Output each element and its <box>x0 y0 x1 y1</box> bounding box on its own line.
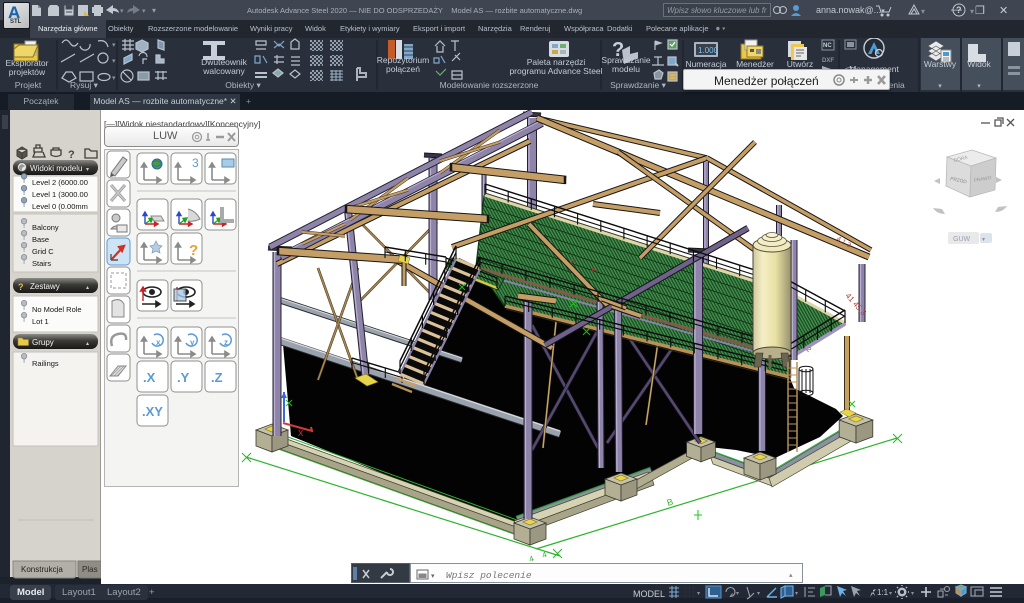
svg-text:Menedżer: Menedżer <box>736 59 774 69</box>
svg-text:Modelowanie rozszerzone: Modelowanie rozszerzone <box>440 80 539 90</box>
svg-text:DXF: DXF <box>822 58 834 64</box>
svg-text:.X: .X <box>143 370 156 385</box>
svg-text:▾: ▾ <box>431 573 435 580</box>
svg-text:▾: ▾ <box>112 75 116 82</box>
svg-text:Lot 1: Lot 1 <box>32 317 49 326</box>
svg-text:B: B <box>666 497 675 508</box>
svg-text:Zestawy: Zestawy <box>30 282 60 291</box>
svg-text:Base: Base <box>32 235 49 244</box>
svg-text:▾: ▾ <box>142 8 146 15</box>
svg-text:GUW: GUW <box>953 236 971 243</box>
svg-text:Projekt: Projekt <box>15 80 42 90</box>
svg-text:Level 1 (3000.00: Level 1 (3000.00 <box>32 190 88 199</box>
svg-text:▾: ▾ <box>152 6 156 15</box>
svg-text:z: z <box>224 338 228 347</box>
svg-text:Grid C: Grid C <box>32 247 54 256</box>
svg-text:Sprawdzanie ▾: Sprawdzanie ▾ <box>610 80 667 90</box>
svg-text:▾: ▾ <box>120 8 124 15</box>
svg-text:Widok: Widok <box>967 59 991 69</box>
svg-text:▾: ▾ <box>112 42 116 49</box>
svg-text:MODEL: MODEL <box>633 589 665 599</box>
svg-text:▾: ▾ <box>977 83 981 90</box>
svg-text:1.000: 1.000 <box>698 46 719 55</box>
svg-text:x: x <box>156 338 161 347</box>
svg-text:3: 3 <box>192 156 199 170</box>
svg-text:▴: ▴ <box>86 285 89 291</box>
svg-text:?: ? <box>189 242 198 259</box>
svg-text:NC: NC <box>823 43 832 49</box>
svg-text:Warstwy: Warstwy <box>924 59 957 69</box>
svg-text:połączeń: połączeń <box>386 64 420 74</box>
svg-text:Plas: Plas <box>82 565 98 574</box>
svg-text:Grupy: Grupy <box>32 338 54 347</box>
svg-text:Railings: Railings <box>32 359 59 368</box>
svg-text:▾: ▾ <box>982 237 985 243</box>
svg-text:▾: ▾ <box>86 167 89 173</box>
svg-text:Utwórz: Utwórz <box>787 59 813 69</box>
svg-text:▴: ▴ <box>789 572 793 579</box>
svg-text:▴: ▴ <box>86 341 89 347</box>
svg-text:▾: ▾ <box>921 7 925 16</box>
svg-text:X: X <box>298 429 304 438</box>
svg-text:▾: ▾ <box>795 591 798 597</box>
svg-text:modelu: modelu <box>612 64 640 74</box>
svg-text:?: ? <box>18 282 24 292</box>
svg-text:Konstrukcja: Konstrukcja <box>21 565 63 574</box>
svg-text:1:1: 1:1 <box>877 588 889 597</box>
svg-text:.Z: .Z <box>211 370 223 385</box>
svg-text:▾: ▾ <box>112 58 116 65</box>
svg-text:walcowany: walcowany <box>202 66 245 76</box>
svg-text:▾: ▾ <box>697 591 700 597</box>
svg-text:?: ? <box>68 149 75 161</box>
svg-text:Wpisz polecenie: Wpisz polecenie <box>446 570 532 581</box>
svg-text:Obiekty ▾: Obiekty ▾ <box>225 80 261 90</box>
svg-text:Widoki modelu: Widoki modelu <box>30 164 82 173</box>
svg-text:Stairs: Stairs <box>32 259 51 268</box>
svg-text:▾: ▾ <box>970 7 974 16</box>
svg-text:▾: ▾ <box>757 591 760 597</box>
svg-text:Numeracja: Numeracja <box>685 59 726 69</box>
svg-text:.XY: .XY <box>142 404 163 419</box>
svg-text:projektów: projektów <box>9 67 46 77</box>
svg-text:Level 0 (0.00mm: Level 0 (0.00mm <box>32 202 88 211</box>
svg-text:▾: ▾ <box>736 591 739 597</box>
svg-text:Rysuj ▾: Rysuj ▾ <box>70 80 99 90</box>
svg-text:▾: ▾ <box>938 83 942 90</box>
svg-text:No Model Role: No Model Role <box>32 305 82 314</box>
svg-text:Balcony: Balcony <box>32 223 59 232</box>
svg-text:programu Advance Steel: programu Advance Steel <box>509 66 602 76</box>
svg-text:y: y <box>190 338 195 347</box>
svg-text:▾: ▾ <box>889 591 892 597</box>
svg-text:▾: ▾ <box>911 591 914 597</box>
svg-text:Level 2 (6000.00: Level 2 (6000.00 <box>32 178 88 187</box>
svg-text:.Y: .Y <box>177 370 190 385</box>
